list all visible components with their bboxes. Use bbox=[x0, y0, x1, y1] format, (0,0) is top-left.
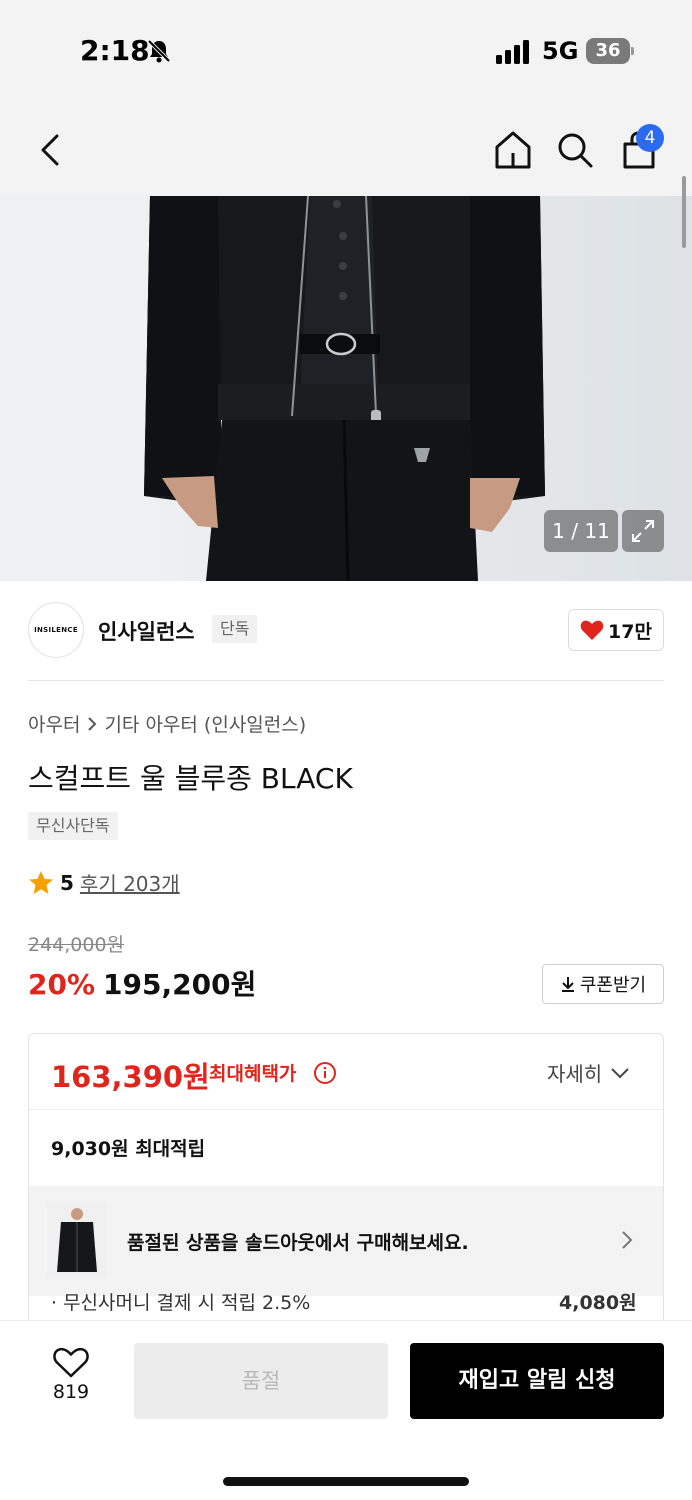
star-icon bbox=[29, 870, 53, 894]
product-title: 스컬프트 울 블루종 BLACK bbox=[28, 762, 353, 795]
top-nav bbox=[0, 100, 692, 196]
chevron-right-icon bbox=[622, 1231, 633, 1249]
rating-row: 5 후기 203개 bbox=[28, 868, 180, 897]
bell-slash-icon bbox=[147, 39, 171, 63]
wishlist-button[interactable]: 819 bbox=[42, 1347, 100, 1417]
status-time: 2:18 bbox=[80, 34, 150, 67]
search-icon bbox=[558, 133, 593, 168]
max-benefit-label: 최대혜택가 bbox=[209, 1063, 297, 1085]
review-link[interactable]: 후기 203개 bbox=[80, 868, 180, 897]
heart-outline-icon bbox=[53, 1347, 89, 1378]
soldout-banner-text: 품절된 상품을 솔드아웃에서 구매해보세요. bbox=[127, 1232, 469, 1254]
max-benefit-price: 163,390원 bbox=[51, 1060, 210, 1094]
detail-label: 자세히 bbox=[547, 1062, 603, 1086]
original-price: 244,000원 bbox=[28, 934, 125, 956]
home-icon bbox=[495, 131, 531, 169]
max-points: 9,030원 최대적립 bbox=[51, 1138, 206, 1160]
product-image[interactable]: 1 / 11 bbox=[0, 196, 692, 581]
money-points-label: · 무신사머니 결제 시 적립 2.5% bbox=[51, 1292, 311, 1314]
restock-alert-button[interactable]: 재입고 알림 신청 bbox=[410, 1343, 664, 1419]
detail-toggle[interactable]: 자세히 bbox=[547, 1058, 630, 1087]
expand-icon bbox=[632, 520, 654, 542]
coupon-button[interactable]: 쿠폰받기 bbox=[542, 964, 664, 1004]
benefit-box: 163,390원 최대혜택가 자세히 9,030원 최대적립 품절된 상품을 솔… bbox=[28, 1033, 664, 1333]
image-counter: 1 / 11 bbox=[544, 510, 618, 552]
soldout-button[interactable]: 품절 bbox=[134, 1343, 388, 1419]
brand-like-button[interactable]: 17만 bbox=[568, 609, 664, 651]
brand-logo[interactable]: INSILENCE bbox=[28, 602, 84, 658]
battery-level: 36 bbox=[586, 38, 630, 64]
chevron-down-icon bbox=[611, 1067, 629, 1078]
brand-name[interactable]: 인사일런스 bbox=[98, 616, 195, 646]
price-row: 20% 195,200원 bbox=[28, 963, 256, 1003]
download-icon bbox=[561, 977, 574, 992]
rating-value: 5 bbox=[60, 870, 74, 895]
bottom-action-bar: 819 품절 재입고 알림 신청 bbox=[0, 1320, 692, 1500]
chevron-right-icon bbox=[88, 716, 97, 731]
max-benefit-row: 163,390원 최대혜택가 자세히 bbox=[29, 1034, 663, 1110]
signal-icon bbox=[496, 40, 529, 64]
soldout-banner[interactable]: 품절된 상품을 솔드아웃에서 구매해보세요. bbox=[29, 1186, 663, 1296]
chevron-left-icon bbox=[41, 134, 59, 166]
discount-rate: 20% bbox=[28, 968, 96, 1001]
back-button[interactable] bbox=[30, 128, 70, 172]
coupon-label: 쿠폰받기 bbox=[579, 975, 647, 996]
banner-thumbnail bbox=[47, 1204, 107, 1276]
heart-filled-icon bbox=[580, 620, 604, 640]
exclusive-tag: 단독 bbox=[212, 615, 258, 643]
cart-count-badge: 4 bbox=[636, 124, 664, 152]
breadcrumb: 아우터 기타 아우터 (인사일런스) bbox=[28, 710, 306, 737]
search-button[interactable] bbox=[554, 128, 596, 172]
brand-row: INSILENCE 인사일런스 단독 17만 bbox=[28, 600, 664, 662]
status-bar: 2:18 5G 36 bbox=[0, 0, 692, 100]
sale-price: 195,200원 bbox=[103, 968, 257, 1001]
home-indicator bbox=[223, 1477, 469, 1486]
home-button[interactable] bbox=[492, 128, 534, 172]
wishlist-count: 819 bbox=[52, 1381, 90, 1403]
divider bbox=[28, 680, 664, 681]
musinsa-exclusive-tag: 무신사단독 bbox=[28, 812, 118, 840]
breadcrumb-item[interactable]: 아우터 bbox=[28, 710, 80, 737]
battery-icon: 36 bbox=[586, 38, 634, 64]
brand-like-count: 17만 bbox=[608, 620, 652, 643]
scrollbar[interactable] bbox=[682, 176, 686, 248]
money-points-value: 4,080원 bbox=[559, 1292, 637, 1314]
expand-image-button[interactable] bbox=[622, 510, 664, 552]
breadcrumb-item[interactable]: 기타 아우터 (인사일런스) bbox=[104, 710, 306, 737]
network-label: 5G bbox=[542, 37, 579, 65]
info-icon[interactable] bbox=[313, 1061, 337, 1085]
